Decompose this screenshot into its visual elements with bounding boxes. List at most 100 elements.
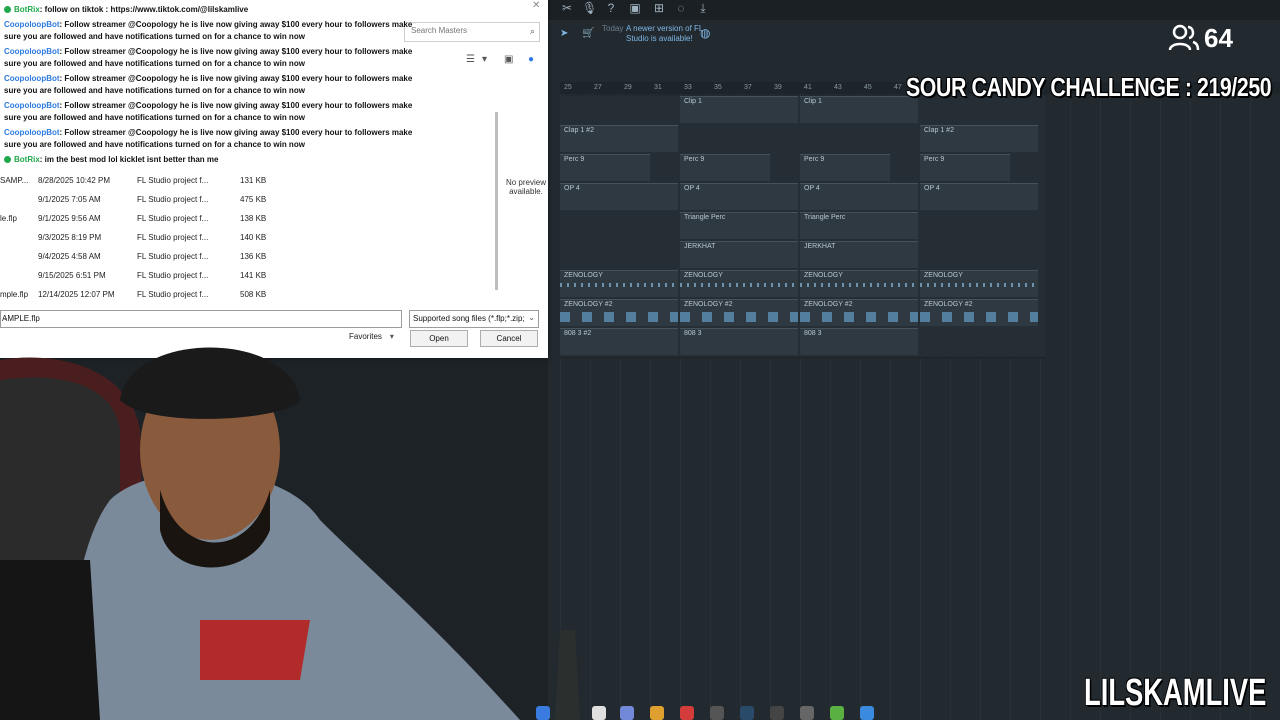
ruler-tick: 43 <box>834 84 842 91</box>
file-date: 9/3/2025 8:19 PM <box>38 233 102 242</box>
app-icon[interactable] <box>592 706 606 720</box>
ruler-tick: 37 <box>744 84 752 91</box>
file-type: FL Studio project f... <box>137 252 209 261</box>
app-icon[interactable] <box>536 706 550 720</box>
help-icon[interactable]: ? <box>604 1 618 15</box>
chat-username: CoopoloopBot <box>4 74 60 83</box>
file-row[interactable]: 9/4/2025 4:58 AM FL Studio project f... 13… <box>0 248 500 267</box>
clip-label: Perc 9 <box>564 156 585 163</box>
app-icon[interactable] <box>860 706 874 720</box>
pattern-clip[interactable]: JERKHAT <box>680 241 798 268</box>
pattern-clip[interactable]: Triangle Perc <box>680 212 798 239</box>
pattern-clip[interactable]: Perc 9 <box>920 154 1010 181</box>
clip-label: ZENOLOGY #2 <box>804 301 853 308</box>
playlist-track[interactable]: Perc 9 Perc 9 Perc 9 Perc 9 <box>560 154 1045 184</box>
ruler-tick: 39 <box>774 84 782 91</box>
pattern-clip[interactable]: Clap 1 #2 <box>920 125 1038 152</box>
playlist-track[interactable]: OP 4 OP 4 OP 4 OP 4 <box>560 183 1045 213</box>
app-icon[interactable] <box>830 706 844 720</box>
app-icon[interactable] <box>800 706 814 720</box>
file-row[interactable]: mple.flp 12/14/2025 12:07 PM FL Studio pro… <box>0 286 500 305</box>
channel-name: LILSKAMLIVE <box>1084 672 1267 714</box>
pattern-clip[interactable]: Perc 9 <box>560 154 650 181</box>
pattern-clip[interactable]: Perc 9 <box>680 154 770 181</box>
chat-icon[interactable]: ◌ <box>674 1 688 15</box>
app-icon[interactable] <box>770 706 784 720</box>
chat-message: CoopoloopBot: Follow streamer @Coopology… <box>0 19 420 43</box>
chat-message: CoopoloopBot: Follow streamer @Coopology… <box>0 127 420 151</box>
file-type: FL Studio project f... <box>137 271 209 280</box>
pattern-clip[interactable]: ZENOLOGY <box>560 270 678 297</box>
playlist-track[interactable]: JERKHAT JERKHAT <box>560 241 1045 271</box>
clip-label: ZENOLOGY #2 <box>684 301 733 308</box>
viewer-count-value: 64 <box>1204 23 1233 53</box>
clip-label: Triangle Perc <box>804 214 846 221</box>
pattern-clip[interactable]: OP 4 <box>920 183 1038 210</box>
playlist-track[interactable]: Clap 1 #2 Clap 1 #2 <box>560 125 1045 155</box>
cut-icon[interactable]: ✂ <box>560 1 574 15</box>
clip-notes <box>680 312 798 322</box>
playlist-track[interactable]: 808 3 #2 808 3 808 3 <box>560 328 1045 358</box>
search-input[interactable] <box>409 25 525 36</box>
clip-notes <box>680 283 798 287</box>
news-message[interactable]: A newer version of FL Studio is availabl… <box>626 24 726 44</box>
pattern-clip[interactable]: 808 3 <box>800 328 918 355</box>
chat-text: : Follow streamer @Coopology he is live … <box>4 47 413 68</box>
pattern-clip[interactable]: ZENOLOGY #2 <box>920 299 1038 326</box>
news-panel[interactable]: ➤ 🛒 Today A newer version of FL Studio i… <box>556 22 756 46</box>
pattern-clip[interactable]: ZENOLOGY <box>920 270 1038 297</box>
download-icon[interactable]: ⤓ <box>696 1 710 15</box>
scrollbar[interactable] <box>495 112 498 290</box>
search-field[interactable]: ⌕ <box>404 22 540 42</box>
pattern-clip[interactable]: ZENOLOGY #2 <box>680 299 798 326</box>
pattern-clip[interactable]: OP 4 <box>800 183 918 210</box>
chat-overlay: BotRix: follow on tiktok : https://www.t… <box>0 4 420 169</box>
file-list: SAMP... 8/28/2025 10:42 PM FL Studio proje… <box>0 172 500 305</box>
pattern-clip[interactable]: OP 4 <box>680 183 798 210</box>
app-icon[interactable] <box>680 706 694 720</box>
file-date: 9/1/2025 9:56 AM <box>38 214 101 223</box>
chat-username: CoopoloopBot <box>4 20 60 29</box>
pattern-clip[interactable]: ZENOLOGY #2 <box>800 299 918 326</box>
pattern-clip[interactable]: Perc 9 <box>800 154 890 181</box>
discord-icon[interactable] <box>620 706 634 720</box>
clip-label: OP 4 <box>804 185 820 192</box>
file-row[interactable]: 9/1/2025 7:05 AM FL Studio project f... 47… <box>0 191 500 210</box>
file-size: 508 KB <box>240 290 267 299</box>
mic-icon[interactable]: 🎙 <box>582 1 597 15</box>
file-date: 9/15/2025 6:51 PM <box>38 271 106 280</box>
plugin-icon[interactable]: ⊞ <box>652 1 666 15</box>
pattern-clip[interactable]: ZENOLOGY <box>800 270 918 297</box>
pattern-clip[interactable]: JERKHAT <box>800 241 918 268</box>
pattern-clip[interactable]: Clap 1 #2 <box>560 125 678 152</box>
clip-label: ZENOLOGY <box>684 272 723 279</box>
steam-icon[interactable] <box>740 706 754 720</box>
chat-text: : follow on tiktok : https://www.tiktok.… <box>39 5 249 14</box>
file-size: 141 KB <box>240 271 267 280</box>
pattern-clip[interactable]: Clip 1 <box>800 96 918 123</box>
pattern-clip[interactable]: Clip 1 <box>680 96 798 123</box>
view-list-icon[interactable]: ☰ <box>466 54 475 65</box>
clip-label: OP 4 <box>924 185 940 192</box>
file-row[interactable]: SAMP... 8/28/2025 10:42 PM FL Studio proje… <box>0 172 500 191</box>
playlist-track[interactable]: ZENOLOGY ZENOLOGY ZENOLOGY ZENOLOGY <box>560 270 1045 300</box>
pattern-clip[interactable]: OP 4 <box>560 183 678 210</box>
save-icon[interactable]: ▣ <box>628 1 642 15</box>
chat-message: BotRix: im the best mod lol kicklet isnt… <box>0 154 420 166</box>
file-row[interactable]: 9/3/2025 8:19 PM FL Studio project f... 14… <box>0 229 500 248</box>
help-icon[interactable]: ● <box>528 54 534 65</box>
ruler-tick: 35 <box>714 84 722 91</box>
folder-icon[interactable] <box>650 706 664 720</box>
preview-pane-icon[interactable]: ▣ <box>504 54 513 65</box>
pattern-clip[interactable]: 808 3 <box>680 328 798 355</box>
file-row[interactable]: le.flp 9/1/2025 9:56 AM FL Studio project … <box>0 210 500 229</box>
chevron-down-icon[interactable]: ▾ <box>482 54 487 65</box>
playlist-track[interactable]: ZENOLOGY #2 ZENOLOGY #2 ZENOLOGY #2 ZENOLOG… <box>560 299 1045 329</box>
app-icon[interactable] <box>710 706 724 720</box>
globe-icon[interactable]: ◍ <box>700 26 710 40</box>
pattern-clip[interactable]: Triangle Perc <box>800 212 918 239</box>
pattern-clip[interactable]: ZENOLOGY <box>680 270 798 297</box>
close-icon[interactable]: ✕ <box>532 0 540 11</box>
file-row[interactable]: 9/15/2025 6:51 PM FL Studio project f... 1… <box>0 267 500 286</box>
playlist-track[interactable]: Triangle Perc Triangle Perc <box>560 212 1045 242</box>
